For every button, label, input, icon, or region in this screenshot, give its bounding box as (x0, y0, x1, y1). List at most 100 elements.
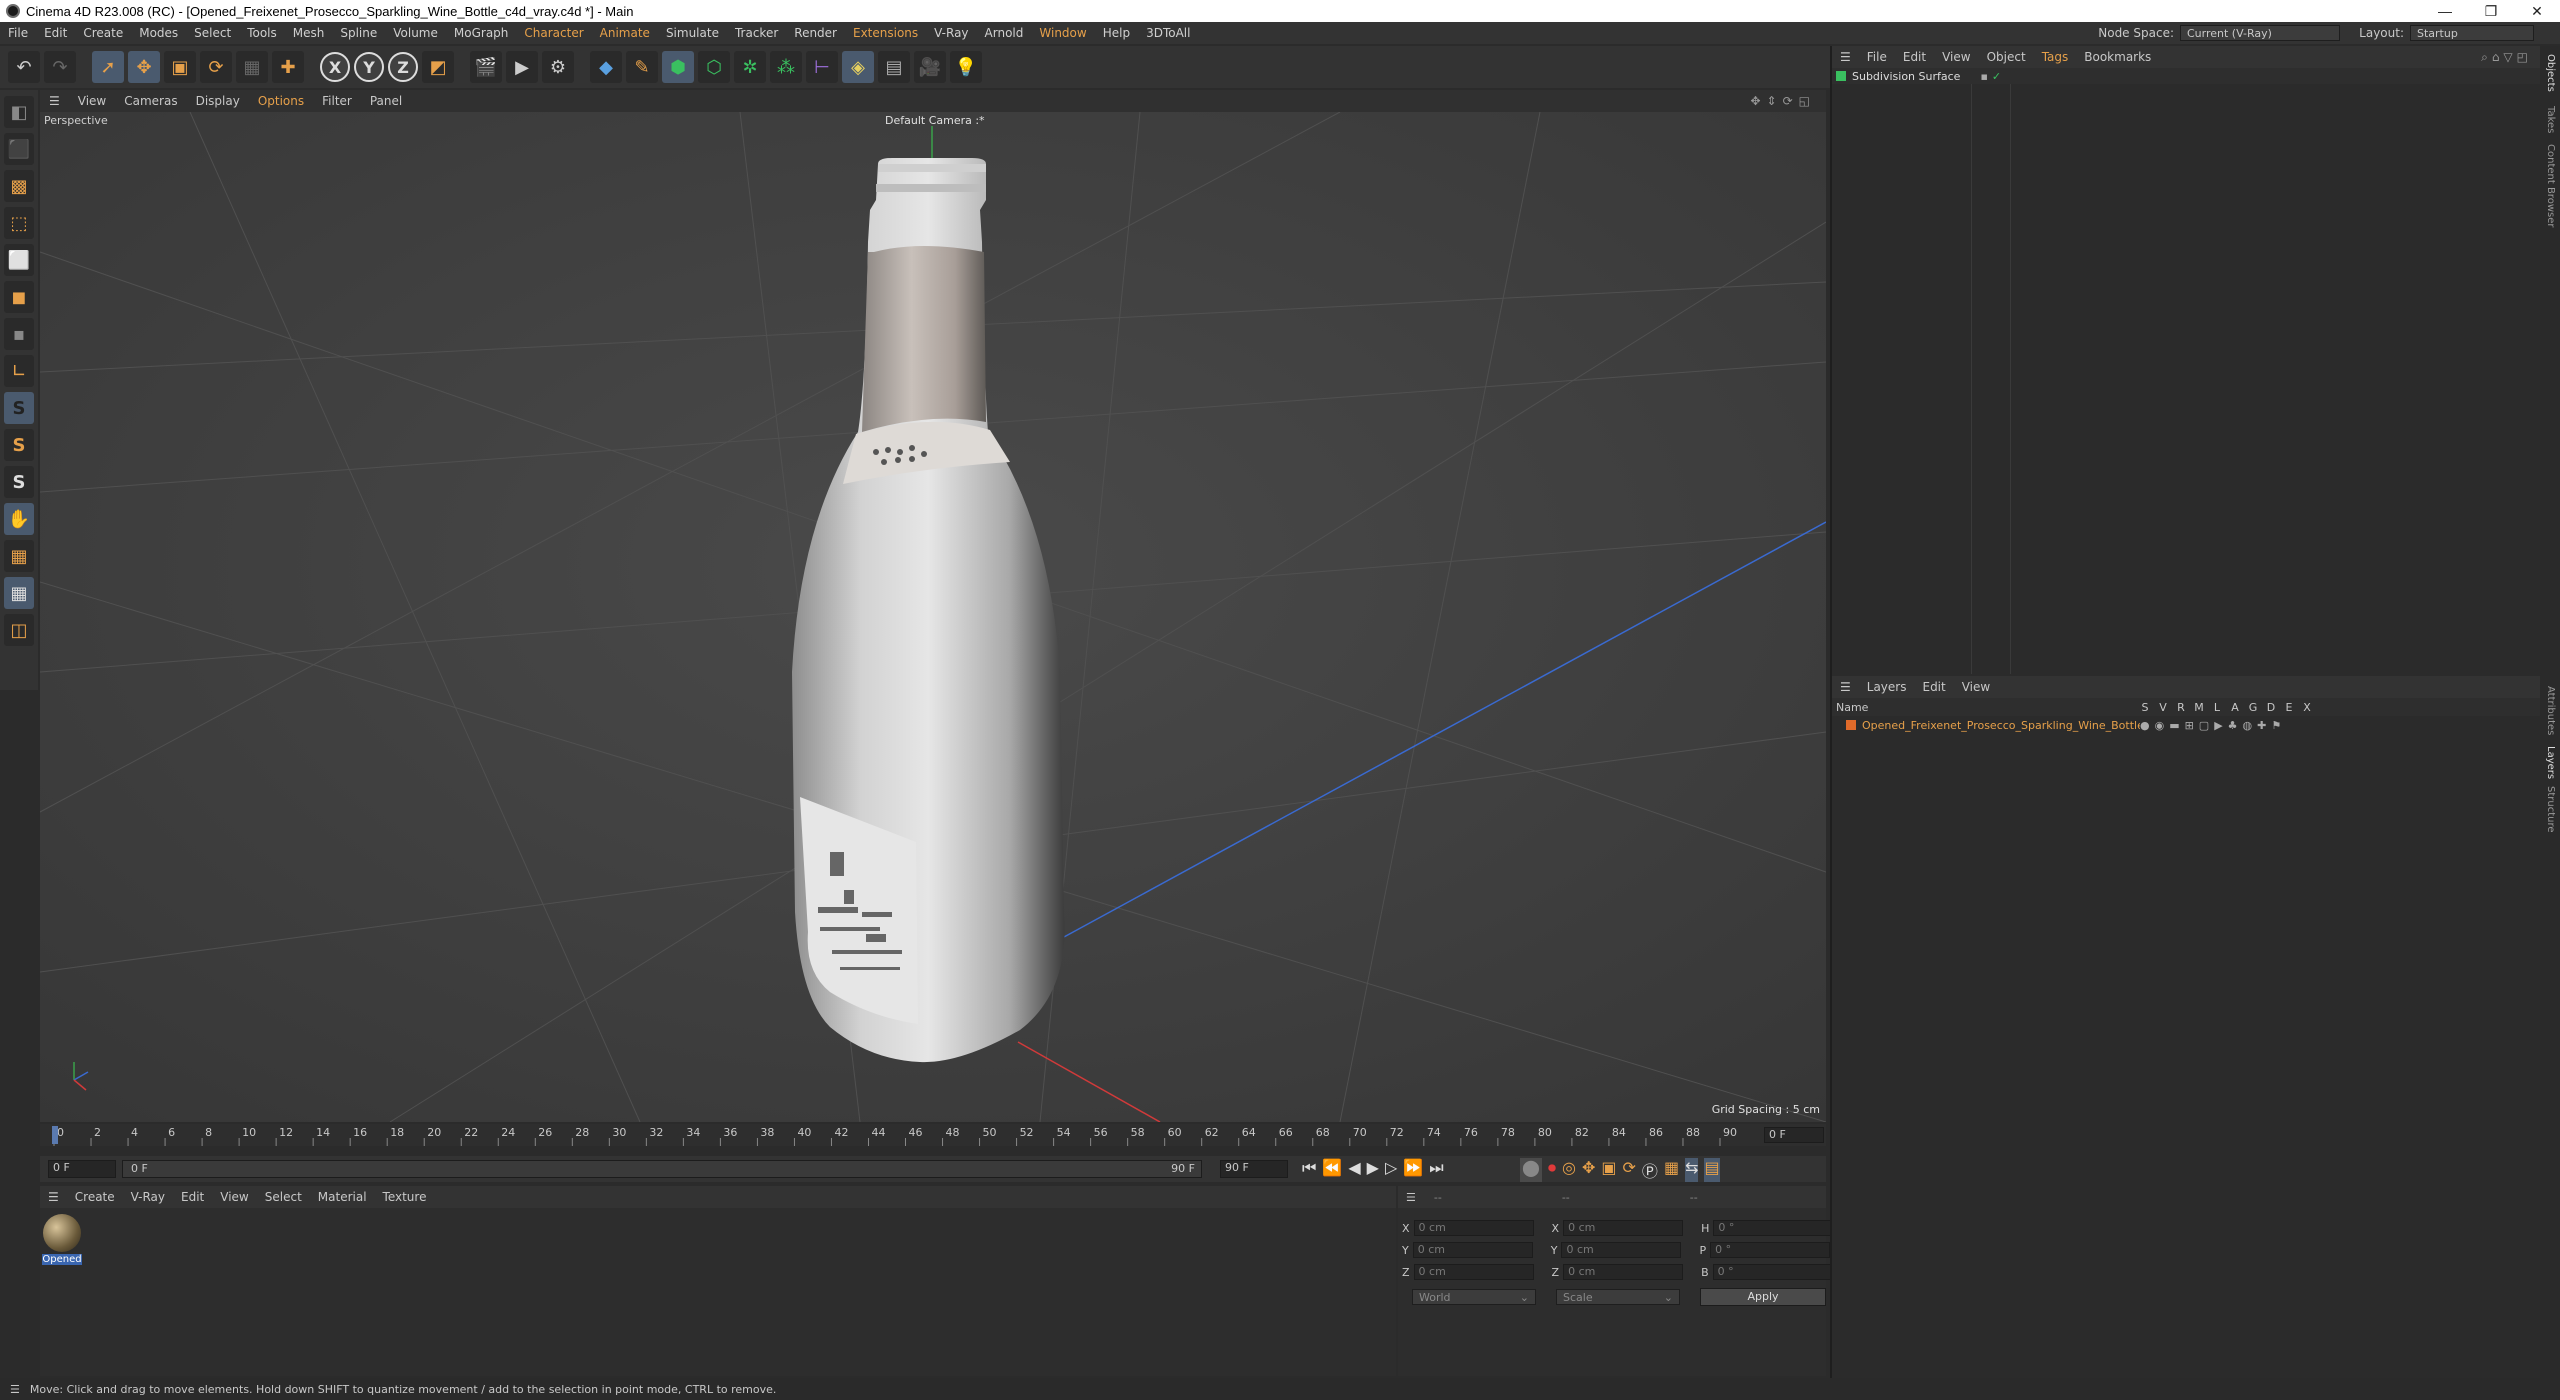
maximize-button[interactable]: ❐ (2468, 3, 2514, 20)
objects-menu-bookmarks[interactable]: Bookmarks (2076, 50, 2159, 64)
objects-menu-view[interactable]: View (1934, 50, 1978, 64)
undo-icon[interactable]: ↶ (8, 51, 40, 83)
menu-create[interactable]: Create (75, 26, 131, 40)
side-tab-layers[interactable]: Layers (2545, 746, 2556, 779)
layer-toggle-icons[interactable]: ●◉▬⊞▢▶♣◍✚⚑ (2140, 719, 2286, 732)
uv-mode-icon[interactable]: ▪ (4, 318, 34, 350)
material-menu-material[interactable]: Material (310, 1190, 375, 1204)
y-axis-lock-icon[interactable]: Y (354, 52, 384, 82)
size-x-field[interactable]: 0 cm (1563, 1220, 1684, 1236)
material-hamburger-icon[interactable]: ☰ (40, 1190, 67, 1204)
layer-row[interactable]: Opened_Freixenet_Prosecco_Sparkling_Wine… (1832, 716, 2542, 734)
menu-vray[interactable]: V-Ray (926, 26, 976, 40)
mograph-icon[interactable]: ⁂ (770, 51, 802, 83)
snap-workplane-icon[interactable]: S (4, 466, 34, 498)
viewport-camera-name[interactable]: Default Camera :* (885, 114, 985, 127)
key-position-icon[interactable]: ✥ (1582, 1158, 1595, 1182)
start-frame-field[interactable]: 0 F (48, 1160, 116, 1178)
menu-mesh[interactable]: Mesh (285, 26, 333, 40)
next-key-icon[interactable]: ⏩ (1403, 1158, 1423, 1178)
redo-icon[interactable]: ↷ (44, 51, 76, 83)
viewport-nav-icons[interactable]: ✥⇕⟳◱ (1750, 94, 1826, 108)
polygons-mode-icon[interactable]: ◼ (4, 281, 34, 313)
coordinates-hamburger-icon[interactable]: ☰ (1398, 1191, 1424, 1204)
material-menu-texture[interactable]: Texture (375, 1190, 435, 1204)
layer-color-swatch[interactable] (1846, 720, 1856, 730)
render-region-icon[interactable]: 🎬 (470, 51, 502, 83)
previous-key-icon[interactable]: ⏪ (1322, 1158, 1342, 1178)
scale-tool-icon[interactable]: ▣ (164, 51, 196, 83)
subdivision-generator-icon[interactable]: ⬢ (662, 51, 694, 83)
viewport-menu-cameras[interactable]: Cameras (115, 94, 186, 108)
material-menu-vray[interactable]: V-Ray (123, 1190, 173, 1204)
render-settings-icon[interactable]: ⚙ (542, 51, 574, 83)
position-z-field[interactable]: 0 cm (1413, 1264, 1534, 1280)
material-menu-view[interactable]: View (212, 1190, 256, 1204)
objects-menu-edit[interactable]: Edit (1895, 50, 1934, 64)
cloner-icon[interactable]: ✲ (734, 51, 766, 83)
timeline-window-icon[interactable]: ⇆ (1685, 1158, 1699, 1182)
close-button[interactable]: ✕ (2514, 3, 2560, 20)
menu-extensions[interactable]: Extensions (845, 26, 926, 40)
menu-select[interactable]: Select (186, 26, 239, 40)
material-menu-create[interactable]: Create (67, 1190, 123, 1204)
points-mode-icon[interactable]: ⬚ (4, 207, 34, 239)
side-tab-takes[interactable]: Takes (2545, 106, 2556, 133)
object-visibility-icon[interactable]: ▪ (1980, 70, 1987, 83)
menu-3dtoall[interactable]: 3DToAll (1138, 26, 1198, 40)
extrude-generator-icon[interactable]: ⬡ (698, 51, 730, 83)
side-tab-content-browser[interactable]: Content Browser (2545, 144, 2556, 227)
size-y-field[interactable]: 0 cm (1561, 1242, 1682, 1258)
menu-simulate[interactable]: Simulate (658, 26, 727, 40)
deformer-icon[interactable]: ⊢ (806, 51, 838, 83)
rotation-b-field[interactable]: 0 ° (1712, 1264, 1833, 1280)
3d-viewport[interactable]: Perspective Default Camera :* Grid Spaci… (40, 112, 1826, 1122)
add-object-icon[interactable]: ✚ (272, 51, 304, 83)
menu-character[interactable]: Character (516, 26, 591, 40)
layers-menu-layers[interactable]: Layers (1859, 680, 1915, 694)
snap-icon[interactable]: S (4, 392, 34, 424)
rotate-tool-icon[interactable]: ⟳ (200, 51, 232, 83)
position-y-field[interactable]: 0 cm (1412, 1242, 1533, 1258)
edges-mode-icon[interactable]: ⬜ (4, 244, 34, 276)
workplane-icon[interactable]: ▦ (4, 540, 34, 572)
side-tab-attributes[interactable]: Attributes (2545, 686, 2556, 735)
next-frame-icon[interactable]: ▷ (1385, 1158, 1397, 1178)
key-pla-icon[interactable]: ▦ (1664, 1158, 1679, 1182)
menu-spline[interactable]: Spline (332, 26, 385, 40)
coordinate-system-icon[interactable]: ◩ (422, 51, 454, 83)
menu-file[interactable]: File (0, 26, 36, 40)
material-swatch[interactable]: Opened (42, 1214, 82, 1270)
key-rotation-icon[interactable]: ⟳ (1623, 1158, 1636, 1182)
play-icon[interactable]: ▶ (1367, 1158, 1379, 1178)
material-menu-edit[interactable]: Edit (173, 1190, 212, 1204)
key-parameter-icon[interactable]: Ⓟ (1642, 1158, 1658, 1182)
go-to-start-icon[interactable]: ⏮ (1302, 1158, 1316, 1178)
minimize-button[interactable]: — (2422, 3, 2468, 20)
layers-menu-view[interactable]: View (1954, 680, 1998, 694)
apply-button[interactable]: Apply (1700, 1288, 1826, 1306)
objects-menu-object[interactable]: Object (1979, 50, 2034, 64)
material-menu-select[interactable]: Select (257, 1190, 310, 1204)
dope-sheet-icon[interactable]: ▤ (1704, 1158, 1720, 1182)
rotation-p-field[interactable]: 0 ° (1710, 1242, 1831, 1258)
locked-workplane-icon[interactable]: ◫ (4, 614, 34, 646)
menu-edit[interactable]: Edit (36, 26, 75, 40)
layers-hamburger-icon[interactable]: ☰ (1832, 680, 1859, 694)
menu-modes[interactable]: Modes (131, 26, 186, 40)
size-mode-dropdown[interactable]: Scale ⌄ (1556, 1289, 1680, 1305)
menu-help[interactable]: Help (1095, 26, 1138, 40)
menu-window[interactable]: Window (1031, 26, 1094, 40)
floor-icon[interactable]: ▤ (878, 51, 910, 83)
menu-render[interactable]: Render (786, 26, 845, 40)
key-scale-icon[interactable]: ▣ (1601, 1158, 1616, 1182)
object-enabled-check-icon[interactable]: ✓ (1992, 70, 2001, 83)
objects-search-icons[interactable]: ⌕⌂▽◰ (2481, 50, 2540, 65)
viewport-menu-view[interactable]: View (69, 94, 115, 108)
viewport-menu-panel[interactable]: Panel (361, 94, 411, 108)
viewport-menu-options[interactable]: Options (249, 94, 313, 108)
menu-tools[interactable]: Tools (239, 26, 285, 40)
viewport-hamburger-icon[interactable]: ☰ (40, 94, 69, 108)
model-mode-icon[interactable]: ⬛ (4, 133, 34, 165)
motion-record-icon[interactable]: ⬤ (1520, 1158, 1542, 1182)
